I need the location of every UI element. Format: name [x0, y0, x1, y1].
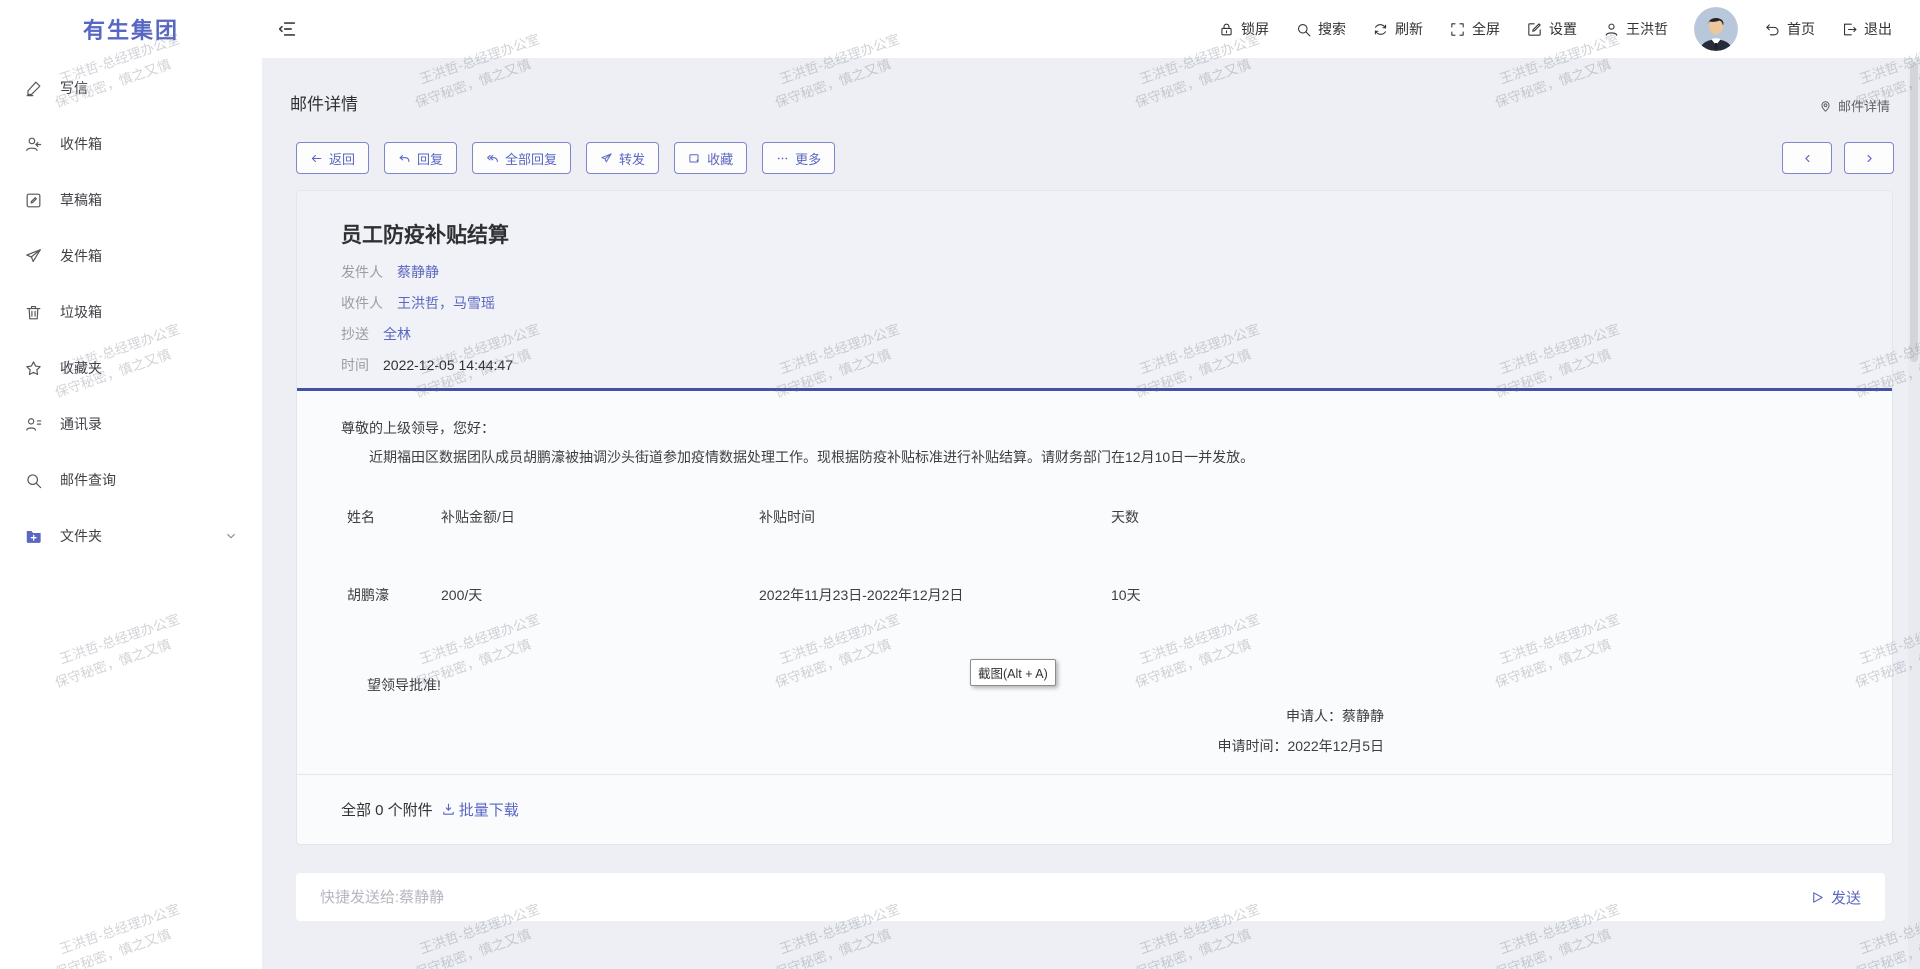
next-mail-button[interactable]: [1844, 142, 1894, 174]
reply-all-button[interactable]: 全部回复: [472, 142, 571, 174]
recipients-link[interactable]: 王洪哲，马雪瑶: [397, 288, 495, 319]
search-icon: [24, 471, 43, 490]
pencil-icon: [24, 79, 43, 98]
lock-screen-button[interactable]: 锁屏: [1218, 19, 1269, 39]
edit-square-icon: [1526, 21, 1543, 38]
sidebar: 写信 收件箱 草稿箱 发件箱 垃圾箱: [0, 58, 262, 969]
prev-mail-button[interactable]: [1782, 142, 1832, 174]
logout-icon: [1841, 21, 1858, 38]
breadcrumb: 邮件详情: [1818, 96, 1890, 115]
refresh-icon: [1372, 21, 1389, 38]
mail-paragraph: 近期福田区数据团队成员胡鹏濠被抽调沙头街道参加疫情数据处理工作。现根据防疫补贴标…: [341, 447, 1848, 467]
page-title: 邮件详情: [290, 90, 358, 115]
sidebar-item-inbox[interactable]: 收件箱: [0, 116, 262, 172]
mail-closing: 望领导批准!: [367, 675, 1848, 695]
table-header-row: 姓名 补贴金额/日 补贴时间 天数: [347, 507, 1848, 527]
collect-star-icon: [688, 152, 701, 165]
logout-button[interactable]: 退出: [1841, 19, 1892, 39]
sidebar-item-favorites[interactable]: 收藏夹: [0, 340, 262, 396]
sidebar-item-compose[interactable]: 写信: [0, 60, 262, 116]
settings-button[interactable]: 设置: [1526, 19, 1577, 39]
download-icon: [441, 802, 456, 817]
quick-send-bar: 发送: [296, 873, 1885, 921]
send-button[interactable]: 发送: [1810, 887, 1861, 908]
brand-logo: 有生集团: [0, 0, 262, 58]
fullscreen-button[interactable]: 全屏: [1449, 19, 1500, 39]
paper-plane-icon: [24, 247, 43, 266]
subsidy-table: 姓名 补贴金额/日 补贴时间 天数 胡鹏濠 200/天 2022年11月23日-…: [347, 507, 1848, 605]
reply-icon: [398, 152, 411, 165]
sidebar-item-drafts[interactable]: 草稿箱: [0, 172, 262, 228]
sidebar-item-folders[interactable]: 文件夹: [0, 508, 262, 564]
user-menu[interactable]: 王洪哲: [1603, 19, 1668, 39]
arrow-left-icon: [310, 152, 323, 165]
sidebar-item-trash[interactable]: 垃圾箱: [0, 284, 262, 340]
reply-button[interactable]: 回复: [384, 142, 457, 174]
send-triangle-icon: [1810, 890, 1825, 905]
screenshot-tooltip: 截图(Alt + A): [970, 659, 1056, 686]
trash-icon: [24, 303, 43, 322]
contacts-icon: [24, 415, 43, 434]
fullscreen-icon: [1449, 21, 1466, 38]
mail-nav: [1782, 142, 1894, 174]
undo-icon: [1764, 21, 1781, 38]
attachments-bar: 全部 0 个附件 批量下载: [297, 774, 1892, 844]
draft-icon: [24, 191, 43, 210]
sidebar-item-sent[interactable]: 发件箱: [0, 228, 262, 284]
topbar: 有生集团 锁屏 搜索 刷新: [0, 0, 1920, 58]
chevron-left-icon: [1801, 152, 1814, 165]
favorite-button[interactable]: 收藏: [674, 142, 747, 174]
topbar-actions: 锁屏 搜索 刷新 全屏: [1218, 0, 1892, 58]
mail-to-row: 收件人 王洪哲，马雪瑶: [341, 288, 1848, 319]
cc-link[interactable]: 全林: [383, 319, 411, 350]
mail-time: 2022-12-05 14:44:47: [383, 350, 513, 381]
inbox-person-icon: [24, 135, 43, 154]
signature-block: 申请人：蔡静静 申请时间：2022年12月5日: [341, 701, 1384, 761]
attachments-summary: 全部 0 个附件: [341, 799, 433, 820]
chevron-right-icon: [1863, 152, 1876, 165]
avatar[interactable]: [1694, 7, 1738, 51]
sidebar-item-mail-search[interactable]: 邮件查询: [0, 452, 262, 508]
mail-toolbar: 返回 回复 全部回复 转发 收藏: [296, 142, 835, 174]
star-icon: [24, 359, 43, 378]
reply-all-icon: [486, 152, 499, 165]
ellipsis-icon: [776, 152, 789, 165]
mail-cc-row: 抄送 全林: [341, 319, 1848, 350]
mail-header: 员工防疫补贴结算 发件人 蔡静静 收件人 王洪哲，马雪瑶 抄送 全林 时间 20…: [297, 191, 1892, 391]
search-icon: [1295, 21, 1312, 38]
mail-greeting: 尊敬的上级领导，您好：: [341, 418, 1848, 438]
mail-detail-card: 员工防疫补贴结算 发件人 蔡静静 收件人 王洪哲，马雪瑶 抄送 全林 时间 20…: [296, 190, 1893, 845]
apply-date-line: 申请时间：2022年12月5日: [341, 731, 1384, 761]
search-button[interactable]: 搜索: [1295, 19, 1346, 39]
applicant-line: 申请人：蔡静静: [341, 701, 1384, 731]
lock-icon: [1218, 21, 1235, 38]
chevron-down-icon: [224, 529, 238, 543]
batch-download-link[interactable]: 批量下载: [441, 799, 519, 820]
mail-body: 尊敬的上级领导，您好： 近期福田区数据团队成员胡鹏濠被抽调沙头街道参加疫情数据处…: [297, 391, 1892, 761]
mail-time-row: 时间 2022-12-05 14:44:47: [341, 350, 1848, 381]
home-button[interactable]: 首页: [1764, 19, 1815, 39]
table-row: 胡鹏濠 200/天 2022年11月23日-2022年12月2日 10天: [347, 585, 1848, 605]
refresh-button[interactable]: 刷新: [1372, 19, 1423, 39]
back-button[interactable]: 返回: [296, 142, 369, 174]
mail-app: 有生集团 锁屏 搜索 刷新: [0, 0, 1920, 969]
forward-button[interactable]: 转发: [586, 142, 659, 174]
menu-fold-icon[interactable]: [276, 18, 298, 40]
quick-send-input[interactable]: [320, 889, 1810, 906]
mail-from-row: 发件人 蔡静静: [341, 257, 1848, 288]
person-icon: [1603, 21, 1620, 38]
more-button[interactable]: 更多: [762, 142, 835, 174]
folder-plus-icon: [24, 527, 43, 546]
sender-link[interactable]: 蔡静静: [397, 257, 439, 288]
scrollbar-thumb[interactable]: [1910, 62, 1918, 362]
map-pin-icon: [1818, 98, 1833, 113]
forward-icon: [600, 152, 613, 165]
mail-subject: 员工防疫补贴结算: [341, 221, 1848, 251]
sidebar-item-contacts[interactable]: 通讯录: [0, 396, 262, 452]
scrollbar[interactable]: [1908, 58, 1920, 969]
